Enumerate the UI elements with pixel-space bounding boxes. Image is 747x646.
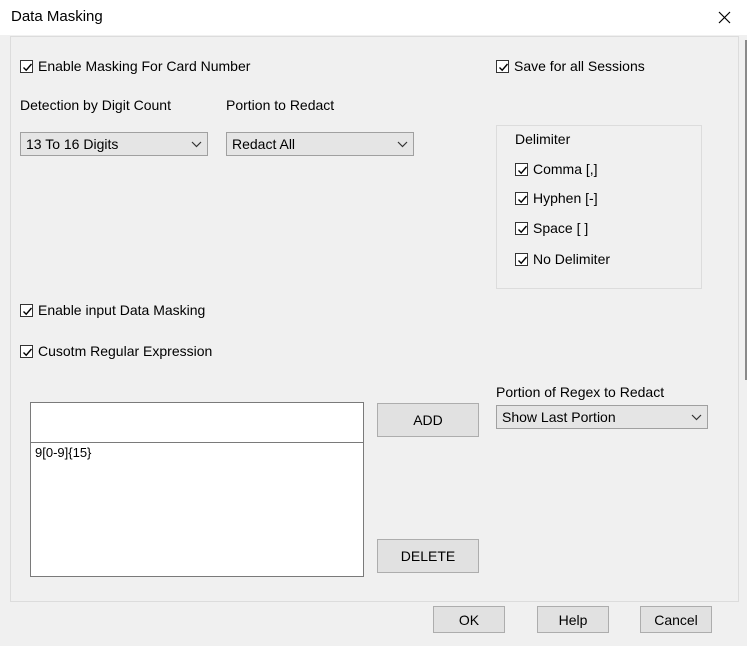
delimiter-comma-checkbox[interactable]: Comma [,]: [515, 161, 598, 177]
ok-button-label: OK: [458, 611, 480, 628]
delimiter-hyphen-label: Hyphen [-]: [533, 190, 598, 206]
detection-select[interactable]: 13 To 16 Digits: [20, 132, 208, 156]
regex-input[interactable]: [30, 402, 364, 443]
checkmark-icon: [23, 348, 33, 356]
custom-regex-checkbox[interactable]: Cusotm Regular Expression: [20, 343, 212, 359]
cancel-button-label: Cancel: [654, 611, 698, 628]
checkmark-icon: [518, 225, 528, 233]
regex-portion-value: Show Last Portion: [502, 409, 616, 425]
checkbox-box: [20, 59, 33, 73]
checkmark-icon: [499, 63, 509, 71]
portion-label: Portion to Redact: [226, 97, 335, 113]
checkbox-box: [20, 303, 33, 317]
chevron-down-icon: [185, 133, 207, 155]
checkbox-box: [515, 221, 528, 235]
regex-portion-label: Portion of Regex to Redact: [496, 384, 665, 400]
checkbox-box: [515, 252, 528, 266]
enable-card-masking-checkbox[interactable]: Enable Masking For Card Number: [20, 58, 250, 74]
close-button[interactable]: [701, 0, 747, 35]
delete-button-label: DELETE: [400, 548, 456, 564]
checkmark-icon: [518, 256, 528, 264]
title-bar: Data Masking: [0, 0, 747, 35]
checkmark-icon: [23, 307, 33, 315]
checkbox-box: [515, 162, 528, 176]
add-button-label: ADD: [413, 412, 443, 428]
save-all-sessions-label: Save for all Sessions: [514, 58, 645, 74]
portion-select[interactable]: Redact All: [226, 132, 414, 156]
close-icon: [718, 11, 731, 24]
detection-value: 13 To 16 Digits: [26, 136, 119, 152]
checkbox-box: [20, 344, 33, 358]
delete-button[interactable]: DELETE: [377, 539, 479, 573]
enable-card-masking-label: Enable Masking For Card Number: [38, 58, 251, 74]
detection-label: Detection by Digit Count: [20, 97, 171, 113]
checkmark-icon: [23, 63, 33, 71]
cancel-button[interactable]: Cancel: [640, 606, 712, 633]
chevron-down-icon: [685, 406, 707, 428]
delimiter-hyphen-checkbox[interactable]: Hyphen [-]: [515, 190, 598, 206]
custom-regex-label: Cusotm Regular Expression: [38, 343, 213, 359]
delimiter-none-label: No Delimiter: [533, 251, 611, 267]
regex-list-item[interactable]: 9[0-9]{15}: [35, 445, 91, 460]
delimiter-space-label: Space [ ]: [533, 220, 589, 236]
checkbox-box: [496, 59, 509, 73]
enable-input-masking-label: Enable input Data Masking: [38, 302, 206, 318]
checkmark-icon: [518, 166, 528, 174]
delimiter-title: Delimiter: [515, 131, 571, 147]
ok-button[interactable]: OK: [433, 606, 505, 633]
delimiter-none-checkbox[interactable]: No Delimiter: [515, 251, 610, 267]
checkmark-icon: [518, 195, 528, 203]
save-all-sessions-checkbox[interactable]: Save for all Sessions: [496, 58, 645, 74]
help-button-label: Help: [558, 611, 588, 628]
portion-value: Redact All: [232, 136, 296, 152]
help-button[interactable]: Help: [537, 606, 609, 633]
checkbox-box: [515, 191, 528, 205]
regex-portion-select[interactable]: Show Last Portion: [496, 405, 708, 429]
add-button[interactable]: ADD: [377, 403, 479, 437]
delimiter-space-checkbox[interactable]: Space [ ]: [515, 220, 588, 236]
delimiter-comma-label: Comma [,]: [533, 161, 598, 177]
chevron-down-icon: [391, 133, 413, 155]
regex-list[interactable]: 9[0-9]{15}: [30, 442, 364, 577]
enable-input-masking-checkbox[interactable]: Enable input Data Masking: [20, 302, 205, 318]
window-title: Data Masking: [11, 8, 103, 25]
